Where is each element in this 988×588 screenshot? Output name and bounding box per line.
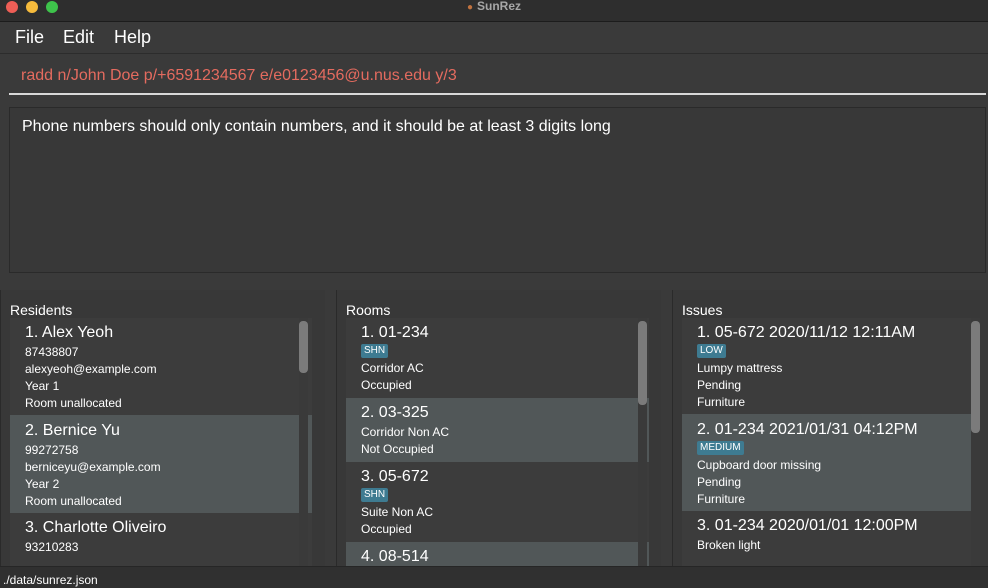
resident-year: Year 1 [25, 379, 60, 393]
issue-title: 2. 01-234 2021/01/31 04:12PM [697, 421, 918, 438]
issues-scrollbar[interactable] [971, 318, 980, 566]
issue-category: Furniture [697, 395, 746, 409]
room-title: 2. 03-325 [361, 404, 429, 421]
issue-status: Pending [697, 378, 742, 392]
rooms-list[interactable]: 1. 01-234 SHN Corridor AC Occupied 2. 03… [346, 318, 649, 566]
residents-scroll-thumb[interactable] [299, 321, 308, 373]
issues-panel-title: Issues [682, 302, 723, 318]
window-title: ● SunRez [0, 0, 988, 14]
result-message: Phone numbers should only contain number… [22, 118, 611, 135]
issue-description: Cupboard door missing [697, 458, 822, 472]
rooms-panel: Rooms 1. 01-234 SHN Corridor AC Occupied… [336, 290, 661, 566]
list-item[interactable]: 3. Charlotte Oliveiro 93210283 [10, 513, 312, 566]
room-title: 3. 05-672 [361, 468, 429, 485]
issue-description: Broken light [697, 538, 761, 552]
issue-status: Pending [697, 475, 742, 489]
room-tag: SHN [361, 488, 389, 502]
menu-file[interactable]: File [15, 27, 44, 48]
resident-phone: 87438807 [25, 345, 79, 359]
room-status: Not Occupied [361, 442, 434, 456]
resident-year: Year 2 [25, 477, 60, 491]
list-item[interactable]: 2. Bernice Yu 99272758 berniceyu@example… [10, 415, 312, 513]
room-status: Occupied [361, 522, 412, 536]
list-item[interactable]: 3. 01-234 2020/01/01 12:00PM Broken ligh… [682, 511, 980, 566]
list-item[interactable]: 4. 08-514 [346, 542, 649, 566]
command-input[interactable]: radd n/John Doe p/+6591234567 e/e0123456… [9, 58, 986, 95]
rooms-scroll-thumb[interactable] [638, 321, 647, 405]
issues-scroll-thumb[interactable] [971, 321, 980, 433]
issue-title: 1. 05-672 2020/11/12 12:11AM [697, 324, 916, 341]
resident-email: alexyeoh@example.com [25, 362, 157, 376]
menu-bar: File Edit Help [0, 22, 988, 54]
issues-list[interactable]: 1. 05-672 2020/11/12 12:11AM LOW Lumpy m… [682, 318, 980, 566]
resident-phone: 93210283 [25, 540, 79, 554]
result-display: Phone numbers should only contain number… [9, 107, 986, 273]
resident-title: 3. Charlotte Oliveiro [25, 519, 167, 536]
room-type: Suite Non AC [361, 505, 434, 519]
issue-severity-tag: LOW [697, 344, 726, 358]
room-title: 4. 08-514 [361, 548, 429, 565]
title-bar: ● SunRez [0, 0, 988, 22]
room-type: Corridor AC [361, 361, 424, 375]
command-input-text[interactable]: radd n/John Doe p/+6591234567 e/e0123456… [21, 67, 457, 85]
room-title: 1. 01-234 [361, 324, 429, 341]
rooms-scrollbar[interactable] [638, 318, 647, 566]
room-type: Corridor Non AC [361, 425, 450, 439]
room-status: Occupied [361, 378, 412, 392]
residents-panel-title: Residents [10, 302, 73, 318]
list-item[interactable]: 2. 01-234 2021/01/31 04:12PM MEDIUM Cupb… [682, 414, 980, 511]
resident-title: 2. Bernice Yu [25, 422, 120, 439]
resident-phone: 99272758 [25, 443, 79, 457]
list-item[interactable]: 3. 05-672 SHN Suite Non AC Occupied [346, 462, 649, 542]
issue-severity-tag: MEDIUM [697, 441, 744, 455]
residents-scrollbar[interactable] [299, 318, 308, 566]
list-item[interactable]: 2. 03-325 Corridor Non AC Not Occupied [346, 398, 649, 462]
resident-email: berniceyu@example.com [25, 460, 161, 474]
resident-room: Room unallocated [25, 396, 122, 410]
issues-panel: Issues 1. 05-672 2020/11/12 12:11AM LOW … [672, 290, 988, 566]
resident-title: 1. Alex Yeoh [25, 324, 114, 341]
issue-category: Furniture [697, 492, 746, 506]
save-file-path: ./data/sunrez.json [3, 573, 98, 587]
room-tag: SHN [361, 344, 389, 358]
menu-edit[interactable]: Edit [63, 27, 94, 48]
issue-title: 3. 01-234 2020/01/01 12:00PM [697, 517, 918, 534]
list-item[interactable]: 1. Alex Yeoh 87438807 alexyeoh@example.c… [10, 318, 312, 415]
residents-panel: Residents 1. Alex Yeoh 87438807 alexyeoh… [0, 290, 325, 566]
window-title-text: SunRez [477, 0, 522, 13]
list-item[interactable]: 1. 05-672 2020/11/12 12:11AM LOW Lumpy m… [682, 318, 980, 414]
issue-description: Lumpy mattress [697, 361, 783, 375]
list-item[interactable]: 1. 01-234 SHN Corridor AC Occupied [346, 318, 649, 398]
sunrez-app-icon: ● [466, 2, 474, 13]
resident-room: Room unallocated [25, 494, 122, 508]
status-bar: ./data/sunrez.json [0, 566, 988, 588]
menu-help[interactable]: Help [114, 27, 151, 48]
residents-list[interactable]: 1. Alex Yeoh 87438807 alexyeoh@example.c… [10, 318, 312, 566]
rooms-panel-title: Rooms [346, 302, 391, 318]
